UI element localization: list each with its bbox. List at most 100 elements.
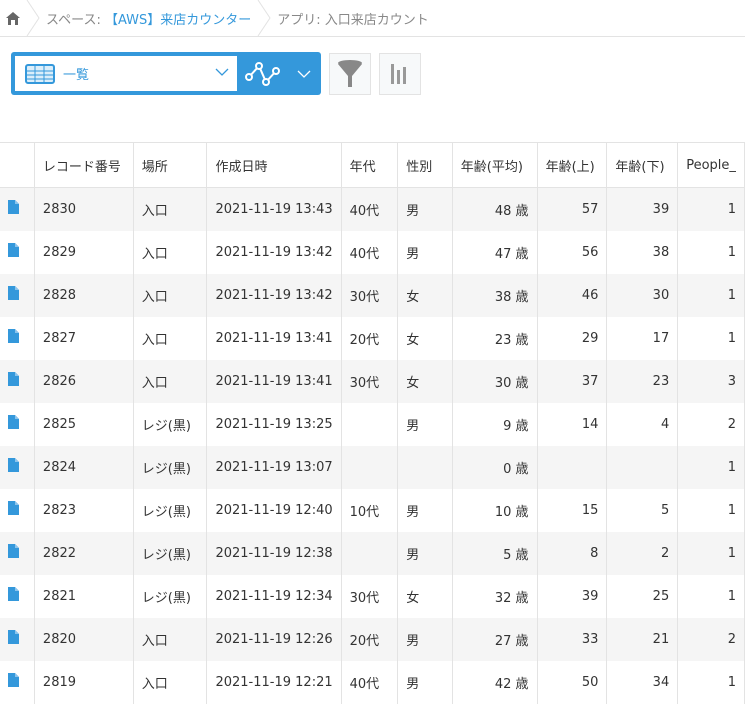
cell-people: 2: [677, 617, 745, 661]
cell-record-number: 2820: [34, 617, 134, 661]
cell-created-at: 2021-11-19 12:38: [206, 531, 342, 575]
record-detail-link[interactable]: [0, 402, 35, 446]
space-link[interactable]: 【AWS】来店カウンター: [105, 13, 251, 28]
document-icon: [8, 200, 19, 215]
cell-location: 入口: [133, 273, 208, 317]
cell-age-avg: 47 歳: [452, 230, 538, 274]
header-age-avg[interactable]: 年齢(平均): [452, 142, 538, 188]
table-row[interactable]: 2830 入口 2021-11-19 13:43 40代男 48 歳 57 39 1: [0, 187, 745, 231]
cell-age-upper: 57: [537, 187, 608, 231]
header-age-lower[interactable]: 年齢(下): [606, 142, 679, 188]
table-row[interactable]: 2824 レジ(黒) 2021-11-19 13:07 0 歳 1: [0, 445, 745, 489]
space-prefix: スペース:: [46, 12, 105, 28]
cell-age-upper: 33: [537, 617, 608, 661]
bar-chart-icon: [391, 63, 406, 84]
cell-age-group: 40代: [341, 230, 399, 274]
graph-icon: [245, 61, 280, 86]
breadcrumb-separator: [257, 0, 271, 36]
cell-age-upper: 46: [537, 273, 608, 317]
header-record-number[interactable]: レコード番号: [34, 142, 134, 188]
cell-location: レジ(黒): [133, 402, 208, 446]
cell-age-avg: 5 歳: [452, 531, 538, 575]
cell-age-avg: 23 歳: [452, 316, 538, 360]
document-icon: [8, 630, 19, 644]
cell-location: 入口: [133, 230, 208, 274]
cell-age-group: 40代: [341, 187, 399, 231]
record-detail-link[interactable]: [0, 617, 35, 661]
cell-record-number: 2824: [34, 445, 134, 489]
cell-location: 入口: [133, 187, 208, 231]
breadcrumb-home[interactable]: [0, 0, 26, 36]
table-row[interactable]: 2820 入口 2021-11-19 12:26 20代男 27 歳 33 21 2: [0, 617, 745, 661]
cell-age-lower: 21: [606, 617, 679, 661]
cell-gender: 女: [397, 574, 453, 618]
header-created-at[interactable]: 作成日時: [206, 142, 342, 188]
cell-age-upper: 50: [537, 660, 608, 704]
header-gender[interactable]: 性別: [397, 142, 453, 188]
record-detail-link[interactable]: [0, 488, 35, 532]
document-icon: [8, 587, 19, 601]
cell-record-number: 2821: [34, 574, 134, 618]
cell-record-number: 2826: [34, 359, 134, 403]
cell-age-lower: 17: [606, 316, 679, 360]
breadcrumb-app: アプリ: 入口来店カウント: [277, 12, 429, 28]
cell-age-group: 20代: [341, 617, 399, 661]
chevron-down-icon: [215, 68, 229, 76]
document-icon: [8, 329, 19, 343]
record-detail-link[interactable]: [0, 660, 35, 704]
cell-created-at: 2021-11-19 12:34: [206, 574, 342, 618]
view-select-dropdown[interactable]: 一覧: [15, 56, 237, 91]
table-header-row: レコード番号 場所 作成日時 年代 性別 年齢(平均) 年齢(上) 年齢(下) …: [0, 142, 745, 188]
graph-dropdown-button[interactable]: [237, 56, 311, 91]
table-row[interactable]: 2828 入口 2021-11-19 13:42 30代女 38 歳 46 30 1: [0, 273, 745, 317]
cell-people: 1: [677, 445, 745, 489]
record-detail-link[interactable]: [0, 316, 35, 360]
cell-age-group: 30代: [341, 273, 399, 317]
cell-created-at: 2021-11-19 13:41: [206, 359, 342, 403]
table-body: 2830 入口 2021-11-19 13:43 40代男 48 歳 57 39 1 2829 入…: [0, 187, 745, 704]
cell-people: 3: [677, 359, 745, 403]
header-people[interactable]: People_: [677, 142, 745, 188]
table-row[interactable]: 2826 入口 2021-11-19 13:41 30代女 30 歳 37 23 3: [0, 359, 745, 403]
cell-people: 1: [677, 531, 745, 575]
header-icon-column: [0, 142, 35, 188]
cell-age-upper: 39: [537, 574, 608, 618]
cell-age-avg: 42 歳: [452, 660, 538, 704]
cell-age-upper: 15: [537, 488, 608, 532]
cell-age-upper: 37: [537, 359, 608, 403]
table-row[interactable]: 2821 レジ(黒) 2021-11-19 12:34 30代女 32 歳 39 25 1: [0, 574, 745, 618]
filter-icon: [338, 59, 362, 87]
cell-record-number: 2822: [34, 531, 134, 575]
cell-people: 1: [677, 273, 745, 317]
table-row[interactable]: 2829 入口 2021-11-19 13:42 40代男 47 歳 56 38 1: [0, 230, 745, 274]
cell-gender: 男: [397, 531, 453, 575]
cell-age-group: [341, 445, 399, 489]
cell-gender: [397, 445, 453, 489]
table-row[interactable]: 2822 レジ(黒) 2021-11-19 12:38 男 5 歳821: [0, 531, 745, 575]
record-detail-link[interactable]: [0, 574, 35, 618]
cell-location: 入口: [133, 617, 208, 661]
header-age-group[interactable]: 年代: [341, 142, 399, 188]
header-age-upper[interactable]: 年齢(上): [537, 142, 608, 188]
table-row[interactable]: 2825 レジ(黒) 2021-11-19 13:25 男 9 歳 14 4 2: [0, 402, 745, 446]
header-location[interactable]: 場所: [133, 142, 208, 188]
record-detail-link[interactable]: [0, 230, 35, 274]
table-row[interactable]: 2823 レジ(黒) 2021-11-19 12:40 10代男 10 歳 15 5 1: [0, 488, 745, 532]
breadcrumb: スペース: 【AWS】来店カウンター アプリ: 入口来店カウント: [0, 0, 745, 37]
cell-created-at: 2021-11-19 13:42: [206, 230, 342, 274]
breadcrumb-space[interactable]: スペース: 【AWS】来店カウンター: [40, 9, 257, 28]
record-detail-link[interactable]: [0, 531, 35, 575]
record-detail-link[interactable]: [0, 273, 35, 317]
table-row[interactable]: 2827 入口 2021-11-19 13:41 20代女 23 歳 29 17 1: [0, 316, 745, 360]
cell-people: 1: [677, 488, 745, 532]
table-view-icon: [25, 63, 55, 84]
table-row[interactable]: 2819 入口 2021-11-19 12:21 40代男 42 歳 50 34 1: [0, 660, 745, 704]
record-detail-link[interactable]: [0, 187, 35, 231]
record-detail-link[interactable]: [0, 445, 35, 489]
home-icon: [6, 11, 20, 25]
cell-age-group: 30代: [341, 359, 399, 403]
record-detail-link[interactable]: [0, 359, 35, 403]
chart-button[interactable]: [379, 52, 421, 95]
filter-button[interactable]: [329, 52, 371, 95]
cell-age-group: 20代: [341, 316, 399, 360]
